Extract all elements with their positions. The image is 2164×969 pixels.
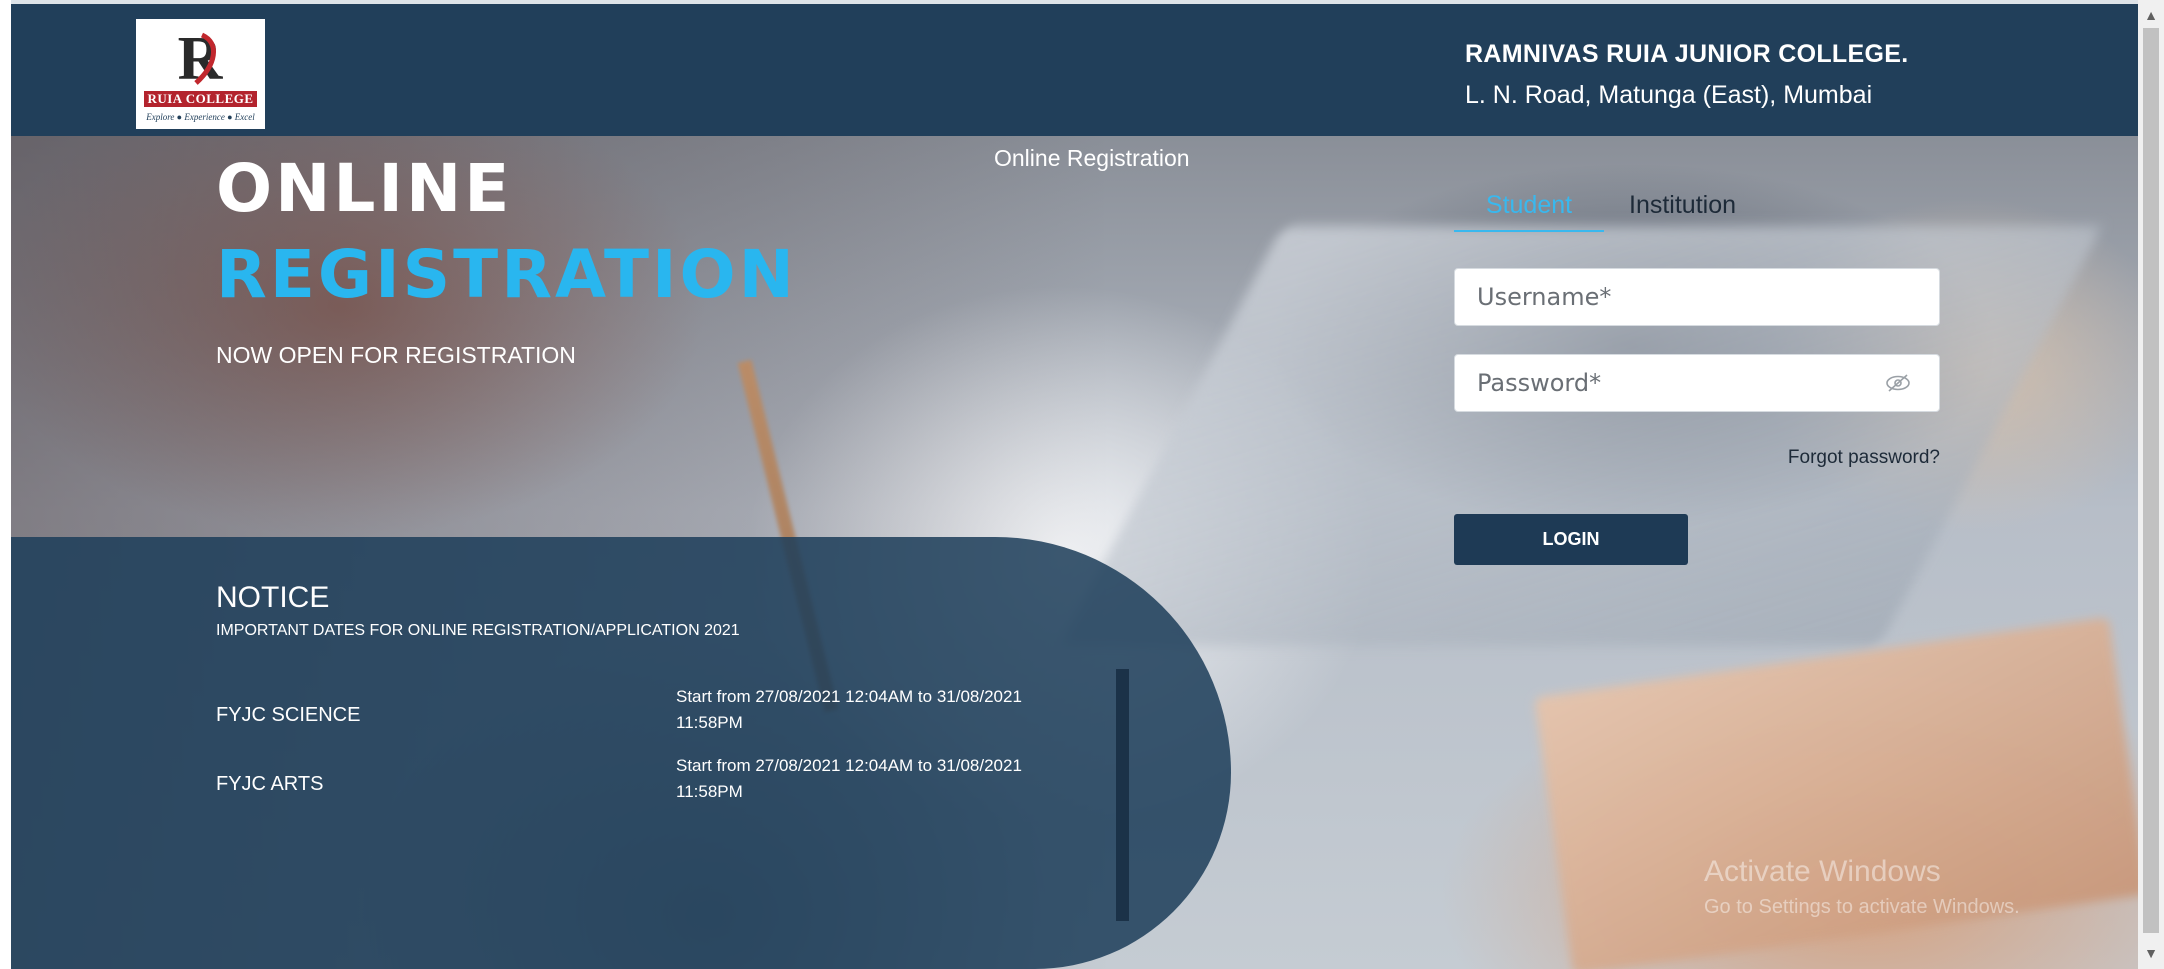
college-name: RAMNIVAS RUIA JUNIOR COLLEGE. (1465, 40, 1909, 68)
notice-panel: NOTICE IMPORTANT DATES FOR ONLINE REGIST… (11, 537, 1231, 969)
site-header: R RUIA COLLEGE Explore ● Experience ● Ex… (11, 0, 2138, 136)
login-tabs: Student Institution (1454, 188, 1954, 232)
scroll-up-arrow-icon[interactable]: ▲ (2138, 4, 2164, 26)
scrollbar-thumb[interactable] (2143, 28, 2159, 933)
notice-title: NOTICE (216, 581, 330, 614)
page: R RUIA COLLEGE Explore ● Experience ● Ex… (0, 0, 2164, 969)
page-scrollbar[interactable]: ▲ ▼ (2138, 0, 2164, 969)
notice-course: FYJC ARTS (216, 773, 324, 795)
notice-dates: Start from 27/08/2021 12:04AM to 31/08/2… (676, 756, 1022, 801)
notice-course: FYJC SCIENCE (216, 704, 361, 726)
login-button[interactable]: LOGIN (1454, 514, 1688, 565)
eye-slash-icon[interactable] (1885, 373, 1911, 393)
forgot-password-link[interactable]: Forgot password? (1770, 447, 1940, 469)
logo-tagline: Explore ● Experience ● Excel (146, 112, 255, 122)
r-logo-icon: R (172, 25, 228, 89)
hero-title-line1: ONLINE (216, 150, 513, 227)
activation-watermark-text: Go to Settings to activate Windows. (1704, 896, 2020, 918)
center-caption: Online Registration (994, 145, 1190, 171)
left-margin (0, 0, 11, 969)
password-input[interactable] (1475, 368, 1879, 398)
activation-watermark-title: Activate Windows (1704, 855, 1941, 888)
username-input[interactable] (1475, 282, 1879, 312)
notice-subtitle: IMPORTANT DATES FOR ONLINE REGISTRATION/… (216, 622, 740, 639)
scroll-down-arrow-icon[interactable]: ▼ (2138, 942, 2164, 964)
username-field[interactable] (1454, 268, 1940, 326)
tab-institution[interactable]: Institution (1629, 188, 1736, 230)
logo-brand-text: RUIA COLLEGE (144, 91, 257, 107)
hero-title-line2: REGISTRATION (216, 236, 797, 313)
college-logo[interactable]: R RUIA COLLEGE Explore ● Experience ● Ex… (136, 19, 265, 129)
college-address: L. N. Road, Matunga (East), Mumbai (1465, 81, 1873, 109)
notice-scrollbar[interactable] (1116, 669, 1129, 921)
password-field[interactable] (1454, 354, 1940, 412)
tab-student[interactable]: Student (1454, 188, 1604, 232)
notice-dates: Start from 27/08/2021 12:04AM to 31/08/2… (676, 687, 1022, 732)
hero-subtitle: NOW OPEN FOR REGISTRATION (216, 342, 576, 368)
